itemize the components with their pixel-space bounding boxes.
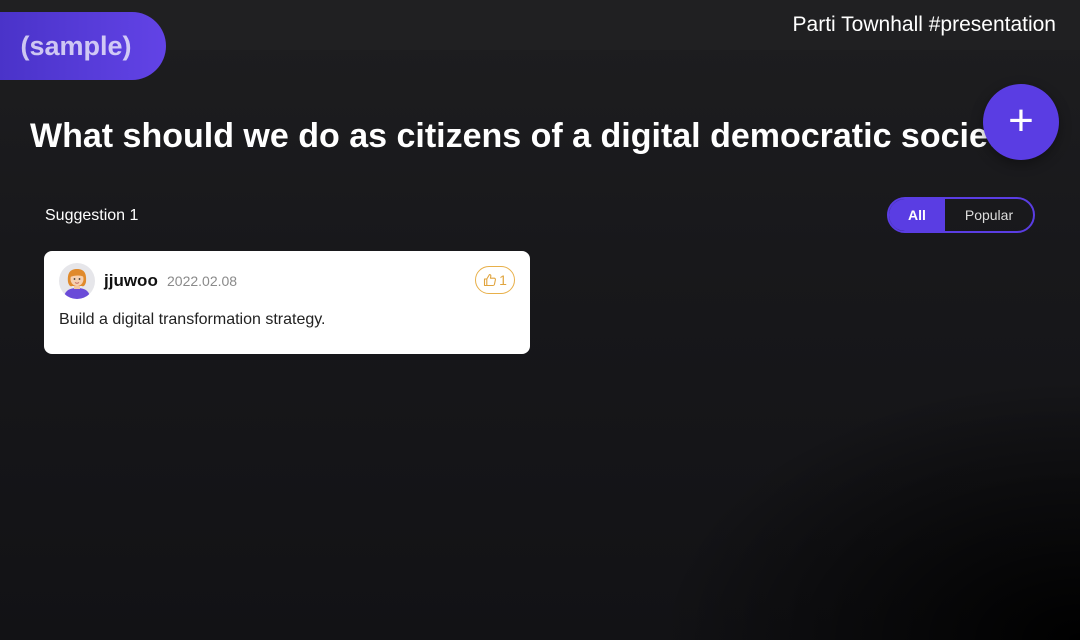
question-title: What should we do as citizens of a digit… [30,117,1019,155]
post-date: 2022.02.08 [167,273,238,289]
sample-badge: (sample) [0,12,166,80]
suggestion-card[interactable]: jjuwoo 2022.02.08 1 Build a digital tran… [44,251,530,354]
suggestion-text: Build a digital transformation strategy. [59,311,326,328]
add-suggestion-button[interactable]: + [983,84,1059,160]
app-title: Parti Townhall #presentation [792,13,1056,36]
filter-all-button[interactable]: All [889,199,945,231]
author-name: jjuwoo [104,271,158,290]
filter-popular-button[interactable]: Popular [945,199,1033,231]
filter-toggle: All Popular [887,197,1035,233]
like-count: 1 [499,272,507,288]
thumbs-up-icon [483,273,497,287]
suggestion-count: Suggestion 1 [45,207,139,224]
plus-icon: + [1008,96,1034,145]
like-button[interactable]: 1 [475,266,515,294]
townhall-screen: (sample) Parti Townhall #presentation + … [0,0,1080,640]
user-avatar-icon [59,263,95,299]
